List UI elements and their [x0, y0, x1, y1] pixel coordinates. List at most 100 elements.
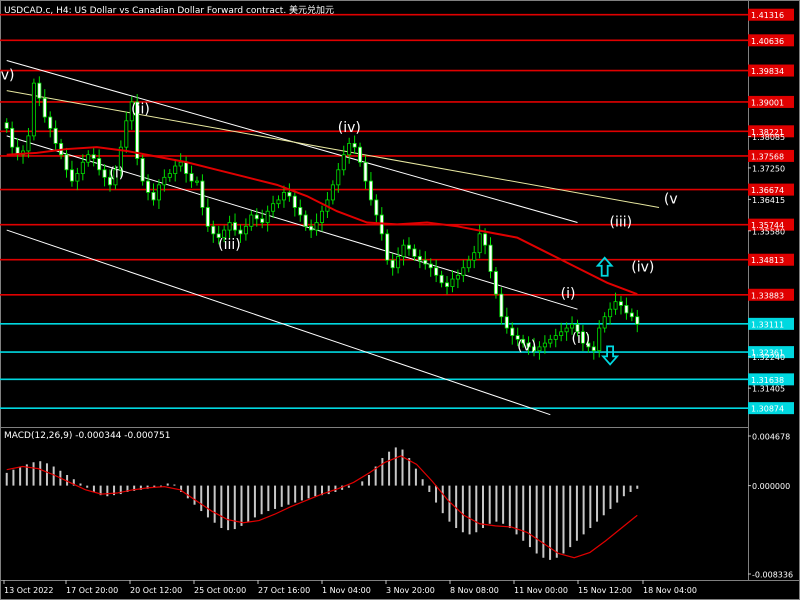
- candle-body: [173, 165, 178, 174]
- candle-body: [102, 169, 107, 178]
- candle-body: [608, 308, 613, 318]
- wave-label: (ii): [571, 331, 590, 347]
- candle-body: [597, 327, 602, 352]
- candle-body: [238, 229, 243, 235]
- price-chart[interactable]: v)(ii)(i)(iii)(iv)(v)(i)(ii)(iii)(iv)(v …: [0, 0, 800, 600]
- price-tick-label: 1.35580: [752, 227, 785, 236]
- candle-body: [618, 301, 623, 306]
- candle-body: [423, 259, 428, 265]
- candle-body: [42, 97, 47, 118]
- candle-body: [341, 154, 346, 171]
- candle-body: [461, 267, 466, 276]
- candle-body: [140, 158, 145, 182]
- candle-body: [314, 222, 319, 231]
- candle-body: [629, 312, 634, 318]
- candle-body: [493, 271, 498, 295]
- wave-label: (iii): [218, 237, 241, 253]
- candle-body: [151, 191, 156, 201]
- wave-label: (i): [109, 165, 124, 181]
- trend-lines: [6, 60, 660, 416]
- candle-body: [358, 146, 363, 163]
- time-tick-label: 27 Oct 16:00: [258, 586, 310, 595]
- candle-body: [200, 180, 205, 208]
- chart-frame: [0, 0, 800, 600]
- time-tick-label: 1 Nov 04:00: [322, 586, 371, 595]
- time-tick-label: 11 Nov 00:00: [514, 586, 568, 595]
- candle-body: [352, 143, 357, 148]
- candle-body: [368, 180, 373, 201]
- level-price-label: 1.33111: [751, 320, 784, 329]
- candle-body: [97, 158, 102, 171]
- candle-body: [412, 248, 417, 257]
- candle-body: [276, 199, 281, 205]
- candle-body: [91, 154, 96, 159]
- candle-body: [146, 180, 151, 193]
- candle-body: [559, 331, 564, 336]
- level-price-label: 1.39001: [751, 98, 784, 107]
- price-tick-label: 1.32240: [752, 353, 785, 362]
- candle-body: [542, 342, 547, 348]
- time-tick-label: 17 Oct 20:00: [66, 586, 118, 595]
- arrow-down-icon: [601, 345, 620, 366]
- candle-body: [385, 233, 390, 261]
- time-tick-label: 3 Nov 20:00: [386, 586, 435, 595]
- candle-body: [309, 225, 314, 231]
- candle-body: [69, 169, 74, 182]
- candle-body: [156, 184, 161, 201]
- wave-label: (ii): [131, 101, 150, 117]
- candle-body: [613, 301, 618, 310]
- candle-body: [363, 161, 368, 182]
- candle-body: [227, 222, 232, 231]
- candle-body: [31, 82, 36, 137]
- level-price-label: 1.33883: [751, 291, 784, 300]
- candle-body: [211, 225, 216, 235]
- candle-body: [570, 323, 575, 329]
- level-price-label: 1.37568: [751, 152, 784, 161]
- candle-body: [260, 218, 265, 223]
- candle-body: [602, 316, 607, 329]
- level-price-label: 1.40636: [751, 37, 784, 46]
- candle-body: [319, 210, 324, 223]
- candle-body: [445, 282, 450, 287]
- candle-body: [330, 184, 335, 201]
- candle-body: [537, 346, 542, 352]
- candle-body: [254, 214, 259, 220]
- candle-body: [184, 161, 189, 174]
- candle-body: [205, 207, 210, 227]
- candle-body: [504, 316, 509, 329]
- candle-body: [189, 173, 194, 182]
- candle-body: [86, 154, 91, 163]
- candle-body: [347, 143, 352, 156]
- candle-body: [591, 346, 596, 352]
- candle-body: [303, 214, 308, 227]
- candle-body: [281, 191, 286, 201]
- candle-body: [265, 210, 270, 223]
- candle-body: [336, 169, 341, 186]
- candle-body: [243, 225, 248, 235]
- candle-body: [292, 195, 297, 208]
- price-axis: 1.413161.406361.398341.390011.382211.375…: [748, 8, 794, 415]
- candle-body: [548, 338, 553, 344]
- candle-body: [48, 116, 53, 129]
- candle-body: [396, 256, 401, 269]
- macd-tick-label: 0.004678: [752, 433, 790, 442]
- wave-label: (v): [517, 339, 536, 355]
- candle-body: [178, 161, 183, 167]
- level-price-label: 1.30874: [751, 405, 784, 414]
- candle-body: [499, 293, 504, 318]
- candle-body: [401, 244, 406, 257]
- chart-title: USDCAD.c, H4: US Dollar vs Canadian Doll…: [4, 6, 335, 16]
- level-price-label: 1.31638: [751, 376, 784, 385]
- candle-body: [4, 122, 9, 129]
- candle-body: [26, 135, 31, 152]
- candle-body: [80, 161, 85, 174]
- candle-body: [162, 176, 167, 186]
- candle-body: [434, 267, 439, 276]
- wave-label: (i): [561, 286, 576, 302]
- price-tick-label: 1.31405: [752, 385, 785, 394]
- candle-body: [477, 233, 482, 254]
- candle-body: [455, 274, 460, 280]
- candle-body: [124, 120, 129, 148]
- time-tick-label: 8 Nov 08:00: [450, 586, 499, 595]
- candlesticks: [4, 76, 640, 360]
